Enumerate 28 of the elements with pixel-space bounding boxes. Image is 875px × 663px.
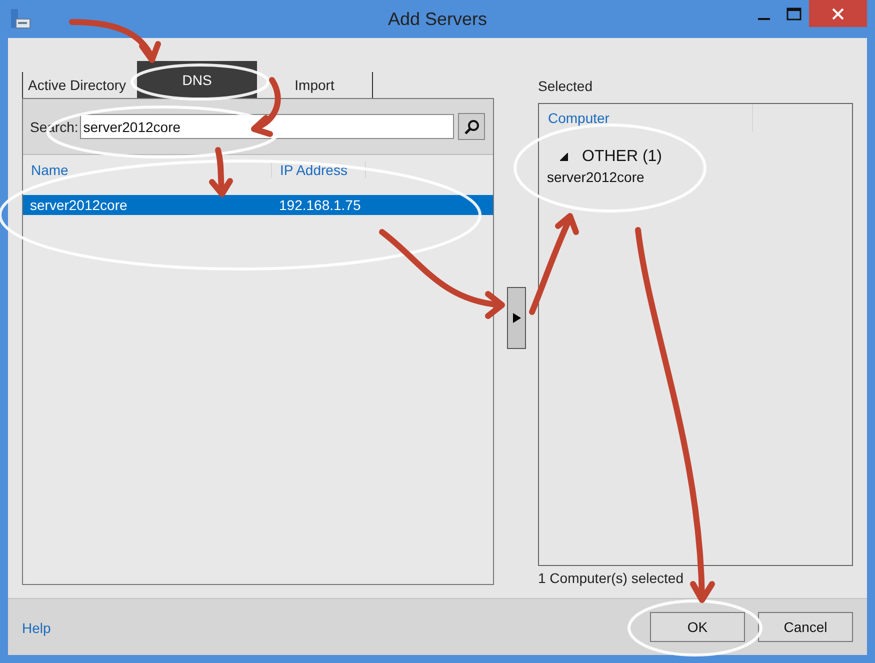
minimize-icon (758, 18, 770, 20)
cancel-button[interactable]: Cancel (758, 612, 853, 642)
status-text: 1 Computer(s) selected (538, 570, 685, 586)
column-header[interactable]: IP Address (272, 162, 366, 178)
column-header[interactable]: Name (23, 162, 272, 178)
add-button[interactable] (507, 287, 526, 349)
group-label: OTHER (1) (582, 148, 662, 166)
search-button[interactable] (458, 113, 485, 140)
expanded-triangle-icon[interactable] (560, 153, 568, 161)
window-title: Add Servers (388, 8, 488, 31)
search-icon (464, 118, 480, 134)
annotation-arrow (251, 77, 281, 137)
panel-title: Selected (538, 78, 594, 96)
table-cell-text: server2012core (29, 197, 128, 213)
table-cell-text: 192.168.1.75 (278, 197, 362, 213)
search-label: Search: (30, 118, 78, 134)
search-field[interactable]: server2012core (80, 114, 454, 139)
server-icon (10, 8, 32, 30)
close-icon (831, 6, 845, 20)
column-header[interactable]: Computer (539, 104, 753, 132)
close-button[interactable] (809, 0, 867, 27)
ok-button[interactable]: OK (650, 612, 745, 642)
table-row[interactable]: server2012core 192.168.1.75 (23, 195, 493, 215)
help-link[interactable]: Help (22, 620, 650, 636)
maximize-icon (786, 6, 802, 20)
play-triangle-icon (512, 313, 520, 323)
list-item[interactable]: server2012core (547, 169, 852, 185)
annotation-arrow (209, 147, 233, 197)
